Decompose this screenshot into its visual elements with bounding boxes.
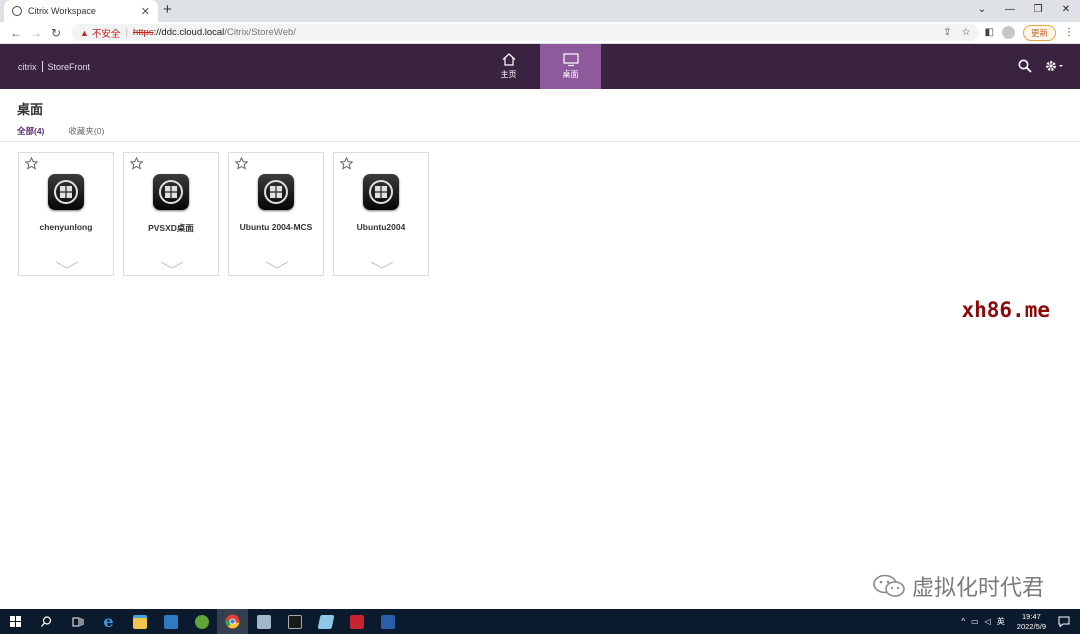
profile-avatar[interactable] xyxy=(1001,26,1015,39)
windows-logo-icon xyxy=(10,616,21,627)
favorite-star-icon[interactable] xyxy=(130,157,143,170)
insecure-label: 不安全 xyxy=(91,28,121,40)
home-icon xyxy=(502,53,515,66)
omnibox-separator: | xyxy=(125,27,128,38)
server-manager-icon[interactable] xyxy=(155,609,186,634)
notification-icon[interactable] xyxy=(1058,616,1070,627)
chevron-down-icon[interactable] xyxy=(265,261,289,269)
update-button[interactable]: 更新 xyxy=(1022,24,1056,41)
nav-tab-desktops[interactable]: 桌面 xyxy=(540,44,601,89)
nav-tab-desktops-label: 桌面 xyxy=(562,70,579,79)
search-icon[interactable] xyxy=(1018,59,1032,73)
url-host: ://ddc.cloud.local xyxy=(153,27,225,38)
filter-all[interactable]: 全部(4) xyxy=(17,125,44,137)
monitor-icon xyxy=(562,53,579,66)
restore-icon[interactable]: ❐ xyxy=(1024,0,1052,22)
tab-title: Citrix Workspace xyxy=(28,6,96,16)
chevron-down-icon[interactable] xyxy=(370,261,394,269)
nav-tab-home-label: 主页 xyxy=(500,70,517,79)
browser-tab-strip: Citrix Workspace ✕ + ⌄ — ❐ ✕ xyxy=(0,0,1080,22)
chevron-down-icon[interactable] xyxy=(55,261,79,269)
address-bar[interactable]: ▲ 不安全 | https://ddc.cloud.local/Citrix/S… xyxy=(72,24,979,41)
windows-desktop-icon xyxy=(363,174,399,210)
network-icon[interactable]: ▭ xyxy=(971,617,979,626)
windows-desktop-icon xyxy=(258,174,294,210)
desktop-tile[interactable]: Ubuntu 2004-MCS xyxy=(228,152,324,276)
network-manager-icon[interactable] xyxy=(248,609,279,634)
file-explorer-icon[interactable] xyxy=(124,609,155,634)
powershell-icon[interactable] xyxy=(372,609,403,634)
terminal-icon[interactable] xyxy=(279,609,310,634)
warning-icon: ▲ xyxy=(80,27,89,38)
browser-toolbar: ← → ↻ ▲ 不安全 | https://ddc.cloud.local/Ci… xyxy=(0,22,1080,44)
desktop-name: Ubuntu2004 xyxy=(356,222,406,232)
nav-tab-home[interactable]: 主页 xyxy=(478,44,539,89)
task-view-icon[interactable] xyxy=(62,609,93,634)
taskbar-clock[interactable]: 19:47 2022/5/9 xyxy=(1017,612,1046,632)
dropdown-chevron-icon[interactable]: ⌄ xyxy=(968,0,996,22)
wechat-account-name: 虚拟化时代君 xyxy=(911,576,1044,601)
ime-indicator[interactable]: 英 xyxy=(997,616,1005,627)
windows-desktop-icon xyxy=(48,174,84,210)
volume-icon[interactable]: ◁ xyxy=(985,617,991,626)
reload-icon[interactable]: ↻ xyxy=(46,26,66,40)
favorite-star-icon[interactable] xyxy=(235,157,248,170)
back-icon[interactable]: ← xyxy=(6,26,26,40)
settings-gear-icon[interactable] xyxy=(1044,59,1064,73)
url-scheme: https xyxy=(132,27,154,38)
desktop-tile-grid: chenyunlong PVSXD桌面 Ubuntu 2004-MCS Ubun… xyxy=(18,152,429,276)
side-panel-icon[interactable]: ◧ xyxy=(985,27,994,38)
tab-close-icon[interactable]: ✕ xyxy=(141,5,150,18)
desktop-tile[interactable]: PVSXD桌面 xyxy=(123,152,219,276)
watermark-text: xh86.me xyxy=(961,298,1050,322)
windows-taskbar: e ^ ▭ ◁ 英 19:47 2022/5/9 xyxy=(0,609,1080,634)
browser-tab[interactable]: Citrix Workspace ✕ xyxy=(4,0,158,22)
system-tray: ^ ▭ ◁ 英 19:47 2022/5/9 xyxy=(961,612,1080,632)
menu-kebab-icon[interactable]: ⋮ xyxy=(1064,27,1074,38)
desktop-tile[interactable]: chenyunlong xyxy=(18,152,114,276)
chrome-browser-icon[interactable] xyxy=(217,609,248,634)
favorite-star-icon[interactable] xyxy=(340,157,353,170)
bookmark-star-icon[interactable]: ☆ xyxy=(962,27,971,38)
citrix-studio-icon[interactable] xyxy=(186,609,217,634)
url-path: /Citrix/StoreWeb/ xyxy=(224,27,296,38)
close-window-icon[interactable]: ✕ xyxy=(1052,0,1080,22)
edge-browser-icon[interactable]: e xyxy=(93,609,124,634)
logo-brand: citrix xyxy=(18,61,37,72)
desktop-name: PVSXD桌面 xyxy=(148,223,194,233)
favorite-star-icon[interactable] xyxy=(25,157,38,170)
window-controls: ⌄ — ❐ ✕ xyxy=(968,0,1080,22)
wechat-icon xyxy=(873,574,905,597)
filter-favorites[interactable]: 收藏夹(0) xyxy=(68,125,104,137)
clock-date: 2022/5/9 xyxy=(1016,621,1046,631)
taskbar-search-icon[interactable] xyxy=(31,609,62,634)
page-title: 桌面 xyxy=(17,102,44,117)
logo-product: StoreFront xyxy=(47,61,91,72)
tray-overflow-icon[interactable]: ^ xyxy=(961,617,965,626)
notepad-icon[interactable] xyxy=(310,609,341,634)
content-divider xyxy=(0,141,1080,142)
storefront-logo: citrix StoreFront xyxy=(18,61,90,72)
desktop-tile[interactable]: Ubuntu2004 xyxy=(333,152,429,276)
minimize-icon[interactable]: — xyxy=(996,0,1024,22)
chevron-down-icon[interactable] xyxy=(160,261,184,269)
start-button[interactable] xyxy=(0,609,31,634)
desktop-filters: 全部(4) 收藏夹(0) xyxy=(17,125,104,137)
desktop-name: Ubuntu 2004-MCS xyxy=(239,222,313,232)
share-icon[interactable]: ⇪ xyxy=(943,27,951,38)
remote-desktop-icon[interactable] xyxy=(341,609,372,634)
new-tab-button[interactable]: + xyxy=(163,1,172,18)
desktop-name: chenyunlong xyxy=(39,222,93,232)
storefront-header: citrix StoreFront 主页 桌面 xyxy=(0,44,1080,89)
windows-desktop-icon xyxy=(153,174,189,210)
clock-time: 19:47 xyxy=(1022,611,1041,621)
forward-icon[interactable]: → xyxy=(26,26,46,40)
citrix-favicon-icon xyxy=(12,6,22,16)
wechat-watermark: 虚拟化时代君 xyxy=(872,570,1044,602)
logo-divider xyxy=(41,61,43,72)
